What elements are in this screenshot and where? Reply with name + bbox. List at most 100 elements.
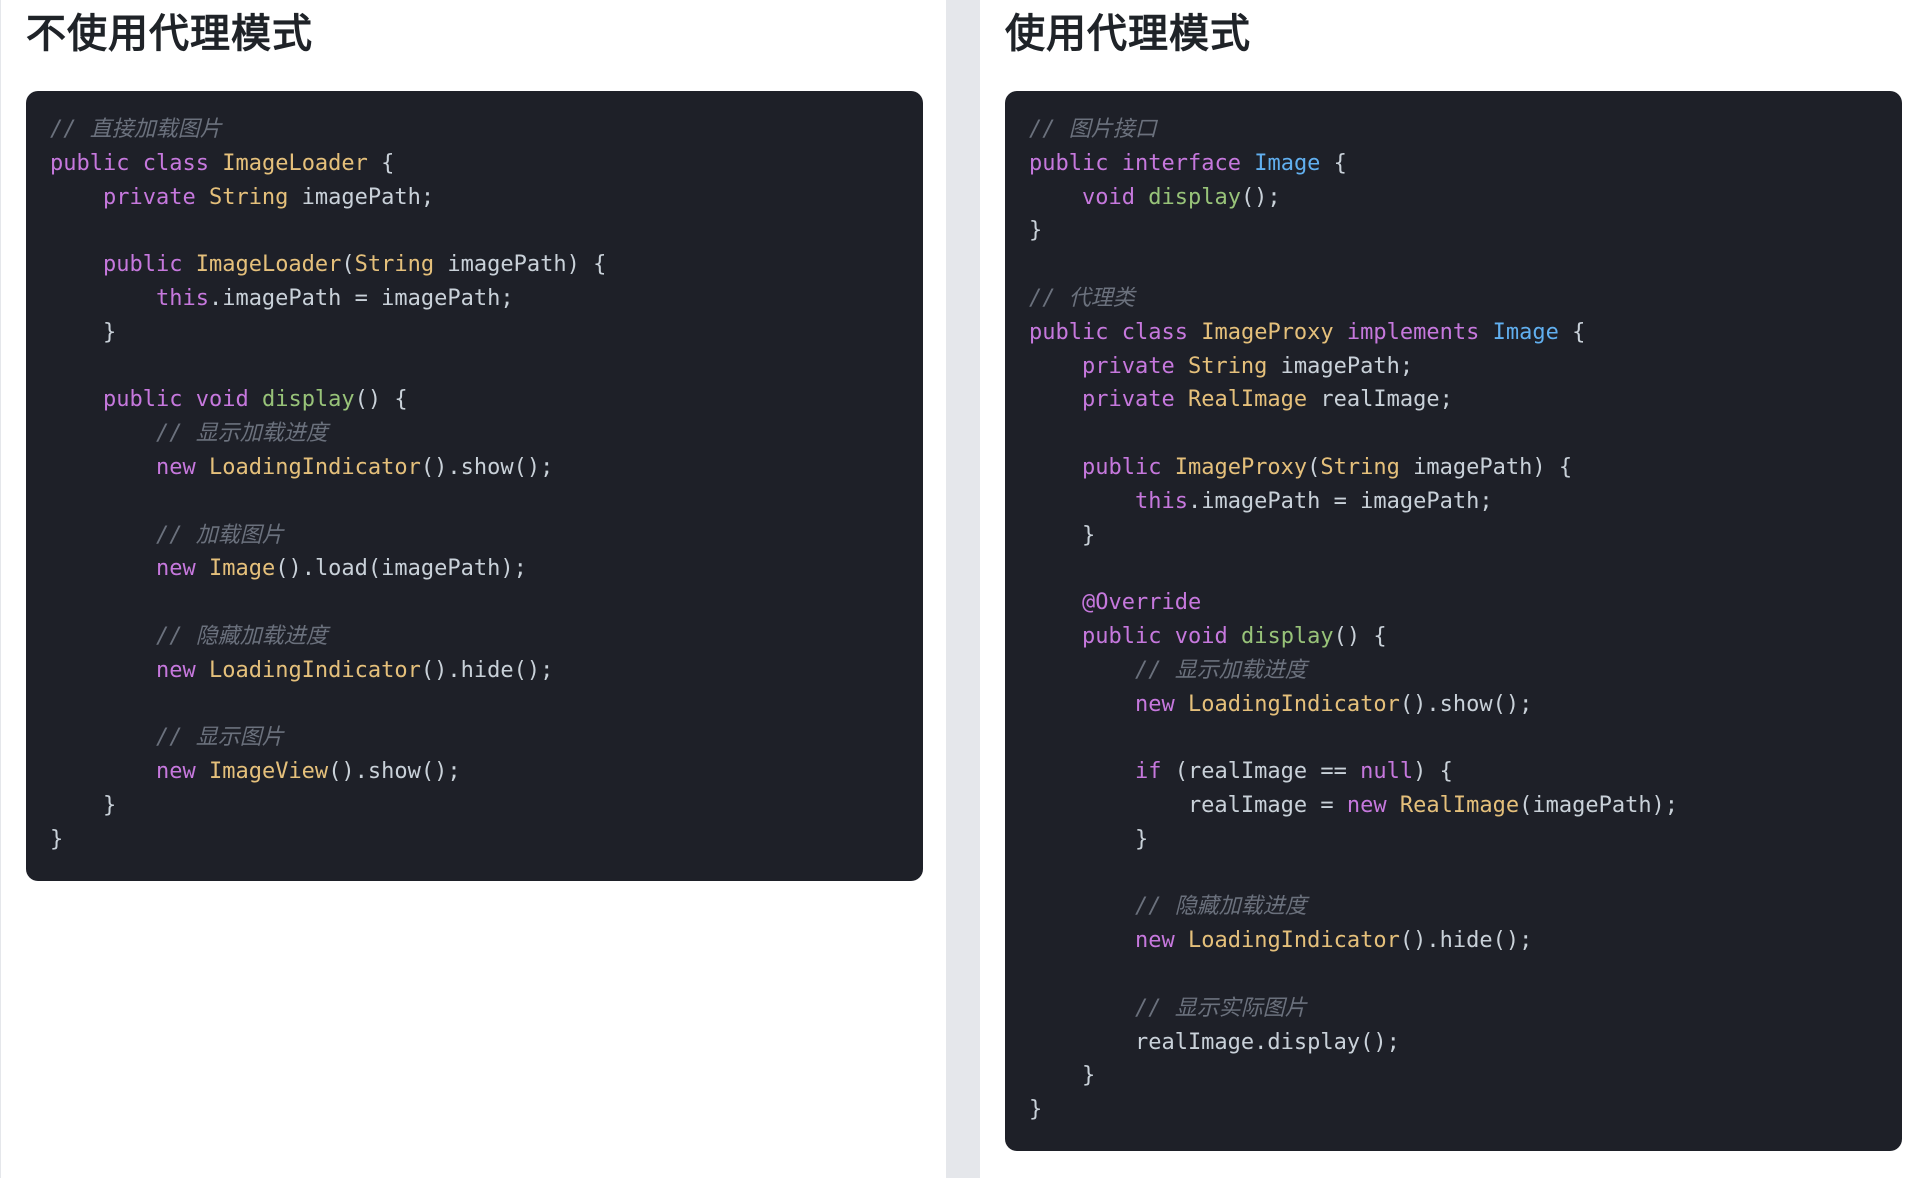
code-text: (realImage ==: [1161, 759, 1361, 785]
type-name: ImageProxy: [1174, 454, 1308, 480]
keyword: private: [1081, 387, 1175, 413]
code-line: // 显示加载进度: [50, 417, 923, 451]
code-line: }: [1029, 823, 1902, 857]
code-line: private RealImage realImage;: [1029, 383, 1902, 417]
comment: // 显示图片: [155, 725, 284, 751]
code-text: }: [1029, 522, 1096, 548]
keyword: void: [195, 387, 249, 413]
comment: // 显示实际图片: [1134, 995, 1307, 1021]
keyword: implements: [1346, 319, 1480, 345]
panel-title: 不使用代理模式: [26, 11, 313, 57]
keyword: void: [1081, 184, 1135, 210]
code-text: (imagePath);: [1519, 792, 1679, 818]
keyword: interface: [1121, 150, 1241, 176]
code-line: // 直接加载图片: [50, 113, 923, 147]
panel-without-proxy: 不使用代理模式 // 直接加载图片 public class ImageLoade…: [0, 0, 946, 1178]
code-line: public class ImageLoader {: [50, 147, 923, 181]
code-text: ().show();: [328, 759, 461, 785]
code-line: public ImageProxy(String imagePath) {: [1029, 451, 1902, 485]
comment: // 图片接口: [1029, 117, 1157, 142]
panel-title: 使用代理模式: [1005, 11, 1251, 57]
code-line: new LoadingIndicator().hide();: [1029, 924, 1902, 958]
code-text: }: [1029, 826, 1149, 852]
keyword: new: [1346, 792, 1387, 818]
code-block[interactable]: // 直接加载图片 public class ImageLoader { priv…: [26, 91, 923, 881]
code-text: ().show();: [1399, 691, 1533, 717]
type-name: RealImage: [1399, 792, 1520, 818]
comparison-layout: 不使用代理模式 // 直接加载图片 public class ImageLoade…: [0, 0, 1906, 1178]
code-line: realImage = new RealImage(imagePath);: [1029, 789, 1902, 823]
code-line: public interface Image {: [1029, 147, 1902, 181]
code-line: // 图片接口: [1029, 113, 1902, 147]
code-line: }: [1029, 1093, 1902, 1127]
keyword: new: [1134, 928, 1175, 954]
code-text: ().load(imagePath);: [275, 556, 527, 582]
type-name: Image: [208, 556, 276, 582]
code-text: }: [1029, 218, 1043, 244]
code-text: ().hide();: [420, 657, 554, 683]
function-name: display: [1240, 623, 1334, 649]
code-text: {: [1558, 319, 1586, 345]
type-name: LoadingIndicator: [1187, 691, 1400, 717]
code-text: () {: [354, 387, 408, 413]
code-line: }: [50, 316, 923, 350]
code-line: }: [50, 823, 923, 857]
panel-with-proxy: 使用代理模式 // 图片接口 public interface Image { v…: [980, 0, 1906, 1178]
type-name: ImageLoader: [195, 252, 342, 278]
code-text: realImage;: [1307, 387, 1453, 413]
code-text: ().show();: [420, 454, 554, 480]
type-name: ImageLoader: [222, 150, 368, 176]
keyword: new: [155, 454, 196, 480]
keyword: public: [102, 252, 183, 278]
keyword: public: [1081, 623, 1162, 649]
code-line: }: [1029, 214, 1902, 248]
code-line: // 隐藏加载进度: [1029, 890, 1902, 924]
code-line: // 代理类: [1029, 282, 1902, 316]
keyword: new: [155, 657, 196, 683]
code-line: }: [1029, 519, 1902, 553]
code-line: private String imagePath;: [1029, 350, 1902, 384]
code-text: () {: [1333, 623, 1387, 649]
comment: // 隐藏加载进度: [1134, 894, 1307, 920]
comment: // 显示加载进度: [155, 421, 328, 447]
code-line: new ImageView().show();: [50, 755, 923, 789]
type-name: LoadingIndicator: [208, 454, 421, 480]
code-line: public class ImageProxy implements Image…: [1029, 316, 1902, 350]
code-block[interactable]: // 图片接口 public interface Image { void dis…: [1005, 91, 1902, 1151]
code-text: ().hide();: [1399, 928, 1533, 954]
keyword: public: [1081, 454, 1162, 480]
type-name: LoadingIndicator: [208, 657, 421, 683]
type-name: RealImage: [1187, 387, 1308, 413]
code-text: .imagePath = imagePath;: [208, 285, 514, 311]
code-text: {: [1320, 150, 1347, 176]
code-line: new LoadingIndicator().show();: [50, 451, 923, 485]
code-text: realImage.display();: [1029, 1029, 1400, 1055]
comment: // 加载图片: [155, 522, 284, 548]
comment: // 隐藏加载进度: [155, 623, 328, 649]
